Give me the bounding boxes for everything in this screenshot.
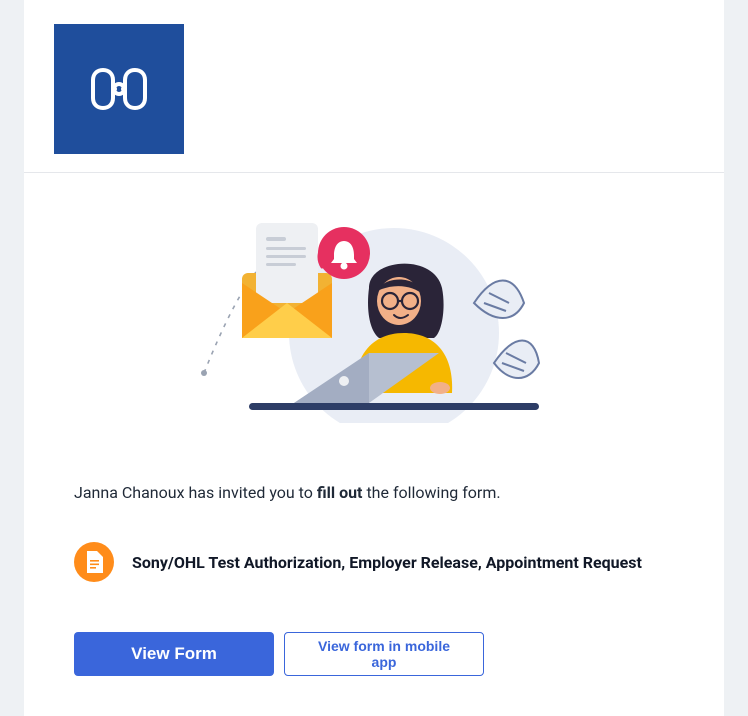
email-body: Janna Chanoux has invited you to fill ou… — [24, 433, 724, 716]
hero-illustration — [24, 173, 724, 433]
form-row: Sony/OHL Test Authorization, Employer Re… — [74, 542, 674, 582]
invite-strong: fill out — [317, 483, 363, 502]
email-card: Janna Chanoux has invited you to fill ou… — [24, 0, 724, 716]
document-icon — [74, 542, 114, 582]
logo-icon — [89, 64, 149, 114]
view-form-button[interactable]: View Form — [74, 632, 274, 676]
invite-prefix: Janna Chanoux has invited you to — [74, 483, 317, 502]
company-logo — [54, 24, 184, 154]
email-header — [24, 0, 724, 173]
view-mobile-button[interactable]: View form in mobile app — [284, 632, 484, 676]
button-row: View Form View form in mobile app — [74, 632, 674, 676]
form-title: Sony/OHL Test Authorization, Employer Re… — [132, 553, 642, 572]
invite-suffix: the following form. — [362, 483, 500, 502]
person-laptop-illustration — [194, 203, 554, 423]
invite-message: Janna Chanoux has invited you to fill ou… — [74, 483, 674, 502]
